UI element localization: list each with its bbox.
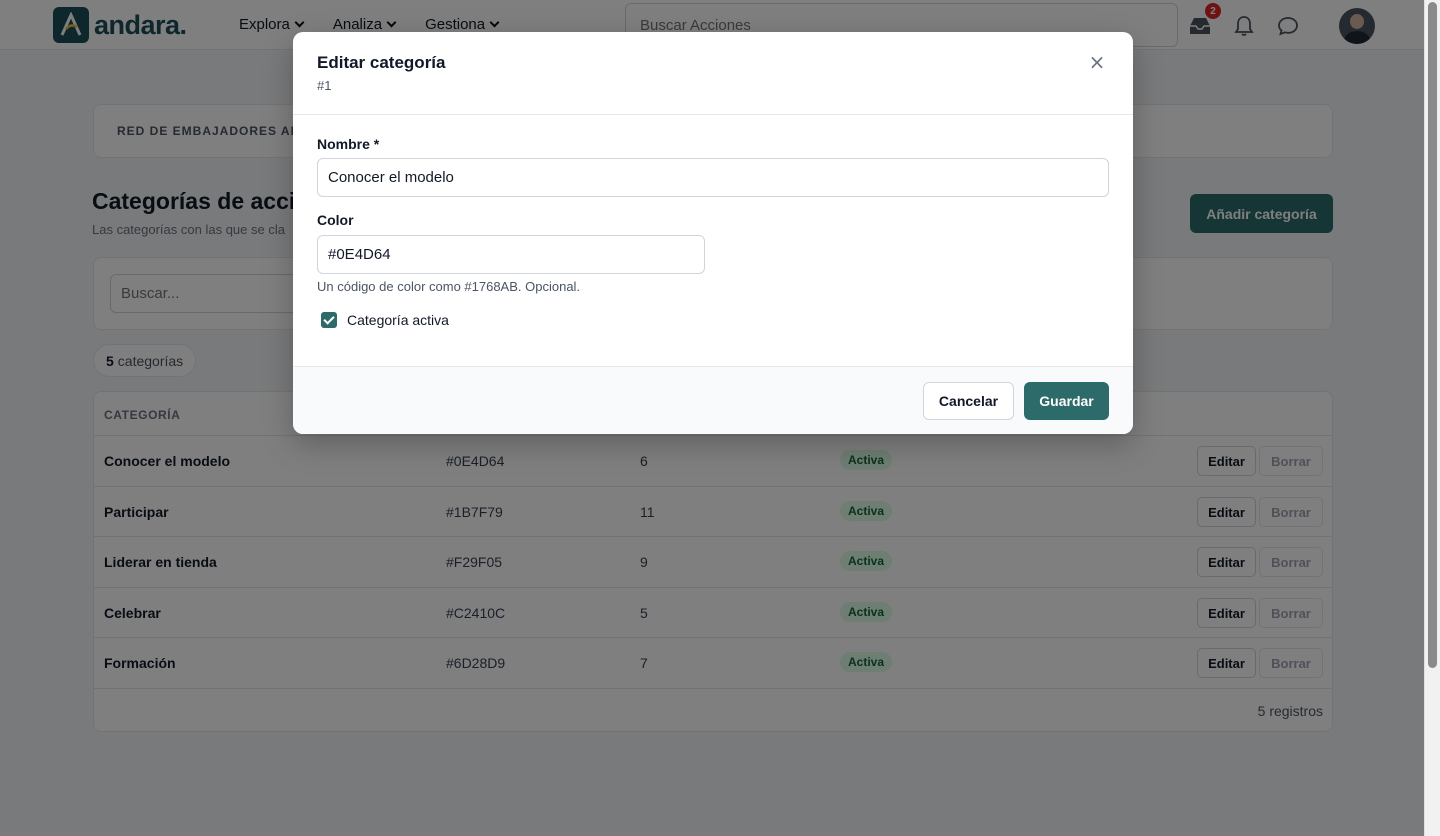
name-field[interactable] (317, 158, 1109, 197)
active-toggle[interactable]: Categoría activa (321, 312, 449, 328)
color-label: Color (317, 212, 354, 228)
cancel-button[interactable]: Cancelar (923, 382, 1014, 420)
dialog-footer: Cancelar Guardar (293, 366, 1133, 434)
name-label: Nombre * (317, 136, 380, 152)
divider (293, 114, 1133, 115)
color-help-text: Un código de color como #1768AB. Opciona… (317, 279, 581, 294)
page-scrollbar[interactable] (1424, 0, 1440, 836)
active-checkbox[interactable] (321, 312, 337, 328)
active-label: Categoría activa (347, 312, 449, 328)
edit-category-dialog: Editar categoría #1 × Nombre * Color Un … (293, 32, 1133, 434)
color-field[interactable] (317, 235, 705, 274)
save-button[interactable]: Guardar (1024, 382, 1109, 420)
dialog-subtitle: #1 (317, 78, 332, 93)
close-icon[interactable]: × (1087, 52, 1107, 72)
dialog-title: Editar categoría (317, 53, 446, 72)
